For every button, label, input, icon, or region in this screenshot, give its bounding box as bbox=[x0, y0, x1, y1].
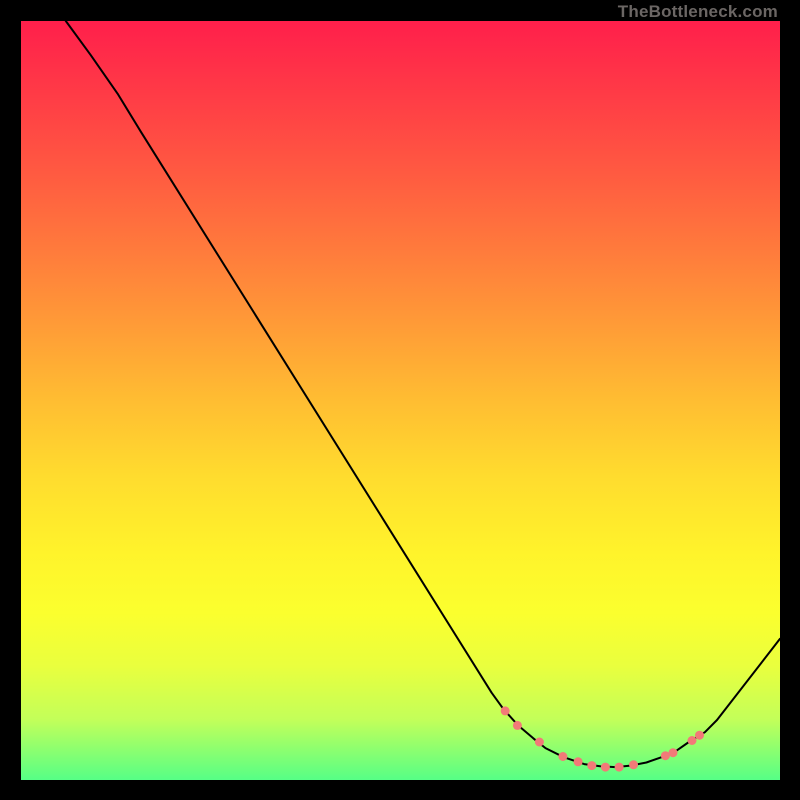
data-point bbox=[601, 763, 610, 772]
data-point bbox=[587, 761, 596, 770]
data-point bbox=[615, 763, 624, 772]
bottleneck-curve bbox=[66, 21, 780, 767]
data-point bbox=[695, 731, 704, 740]
data-point bbox=[558, 752, 567, 761]
data-point bbox=[688, 736, 697, 745]
data-point bbox=[513, 721, 522, 730]
data-point bbox=[574, 757, 583, 766]
chart-svg bbox=[21, 21, 780, 780]
data-point bbox=[629, 760, 638, 769]
data-point-dots bbox=[501, 706, 704, 771]
watermark-text: TheBottleneck.com bbox=[618, 2, 778, 22]
data-point bbox=[501, 706, 510, 715]
data-point bbox=[669, 748, 678, 757]
data-point bbox=[535, 738, 544, 747]
